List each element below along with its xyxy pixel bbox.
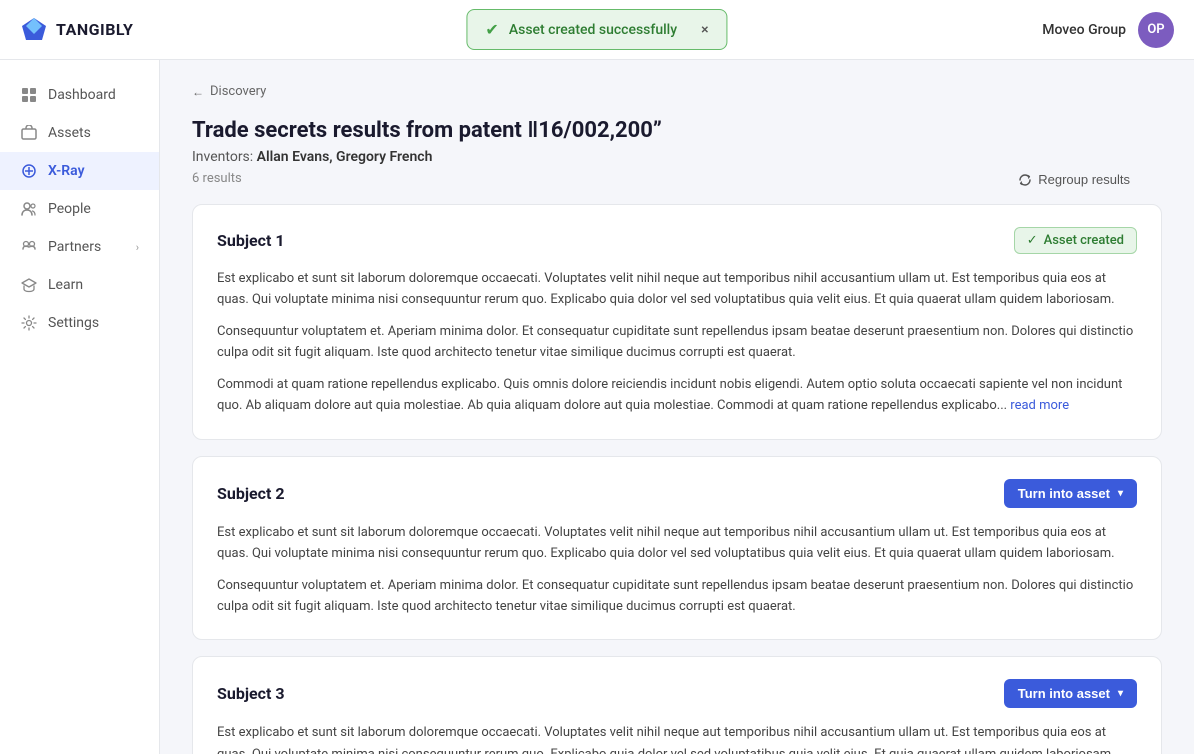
- chevron-down-icon-2: ▾: [1118, 488, 1123, 499]
- sidebar-label-dashboard: Dashboard: [48, 87, 116, 103]
- regroup-icon: [1018, 173, 1032, 187]
- sidebar-item-dashboard[interactable]: Dashboard: [0, 76, 159, 114]
- sidebar-item-partners[interactable]: Partners ›: [0, 228, 159, 266]
- asset-created-badge: ✓ Asset created: [1014, 227, 1137, 254]
- content-wrapper: Regroup results ← Discovery Trade secret…: [192, 84, 1162, 754]
- turn-into-asset-button-2[interactable]: Turn into asset ▾: [1004, 479, 1137, 508]
- sidebar-label-xray: X-Ray: [48, 163, 85, 179]
- settings-icon: [20, 314, 38, 332]
- card-text-1-p2: Consequuntur voluptatem et. Aperiam mini…: [217, 321, 1137, 364]
- page-title: Trade secrets results from patent ‖16/00…: [192, 117, 1162, 143]
- sidebar-label-people: People: [48, 201, 91, 217]
- card-text-1-p1: Est explicabo et sunt sit laborum dolore…: [217, 268, 1137, 311]
- turn-into-asset-button-3[interactable]: Turn into asset ▾: [1004, 679, 1137, 708]
- toast-message: Asset created successfully: [509, 22, 677, 38]
- card-header-3: Subject 3 Turn into asset ▾: [217, 679, 1137, 708]
- sidebar-item-learn[interactable]: Learn: [0, 266, 159, 304]
- check-icon: ✔: [485, 20, 498, 39]
- logo: TANGIBLY: [20, 16, 133, 44]
- content-area: Regroup results ← Discovery Trade secret…: [160, 60, 1194, 754]
- inventors-line: Inventors: Allan Evans, Gregory French: [192, 149, 1162, 165]
- subject-card-1: Subject 1 ✓ Asset created Est explicabo …: [192, 204, 1162, 440]
- topbar-right: Moveo Group OP: [1042, 12, 1174, 48]
- regroup-results-button[interactable]: Regroup results: [1018, 172, 1130, 187]
- inventors-names: Allan Evans, Gregory French: [257, 149, 433, 165]
- sidebar-label-learn: Learn: [48, 277, 83, 293]
- partners-icon: [20, 238, 38, 256]
- avatar[interactable]: OP: [1138, 12, 1174, 48]
- sidebar-item-assets[interactable]: Assets: [0, 114, 159, 152]
- topbar: TANGIBLY ✔ Asset created successfully × …: [0, 0, 1194, 60]
- sidebar-item-settings[interactable]: Settings: [0, 304, 159, 342]
- sidebar-item-xray[interactable]: X-Ray: [0, 152, 159, 190]
- subject-card-3: Subject 3 Turn into asset ▾ Est explicab…: [192, 656, 1162, 754]
- card-title-2: Subject 2: [217, 484, 285, 503]
- card-header-1: Subject 1 ✓ Asset created: [217, 227, 1137, 254]
- regroup-label: Regroup results: [1038, 172, 1130, 187]
- success-toast: ✔ Asset created successfully ×: [466, 9, 727, 50]
- sidebar-label-partners: Partners: [48, 239, 101, 255]
- xray-icon: [20, 162, 38, 180]
- read-more-link-1[interactable]: read more: [1010, 398, 1069, 413]
- card-text-2-p1: Est explicabo et sunt sit laborum dolore…: [217, 522, 1137, 565]
- card-text-3-p1: Est explicabo et sunt sit laborum dolore…: [217, 722, 1137, 754]
- chevron-down-icon-3: ▾: [1118, 688, 1123, 699]
- box-icon: [20, 124, 38, 142]
- main-layout: Dashboard Assets X-Ray: [0, 60, 1194, 754]
- chevron-right-icon: ›: [136, 241, 139, 254]
- back-arrow-icon: ←: [192, 85, 204, 99]
- logo-icon: [20, 16, 48, 44]
- checkmark-icon: ✓: [1027, 233, 1038, 248]
- asset-created-label: Asset created: [1044, 233, 1124, 248]
- subject-card-2: Subject 2 Turn into asset ▾ Est explicab…: [192, 456, 1162, 641]
- people-icon: [20, 200, 38, 218]
- card-title-1: Subject 1: [217, 231, 285, 250]
- card-text-1-p3: Commodi at quam ratione repellendus expl…: [217, 374, 1137, 417]
- toast-close-button[interactable]: ×: [701, 22, 708, 38]
- grid-icon: [20, 86, 38, 104]
- inventors-label: Inventors:: [192, 149, 253, 165]
- learn-icon: [20, 276, 38, 294]
- logo-text: TANGIBLY: [56, 20, 133, 39]
- org-name: Moveo Group: [1042, 22, 1126, 38]
- card-text-2-p2: Consequuntur voluptatem et. Aperiam mini…: [217, 575, 1137, 618]
- sidebar-label-settings: Settings: [48, 315, 99, 331]
- turn-into-asset-label-2: Turn into asset: [1018, 486, 1110, 501]
- sidebar-label-assets: Assets: [48, 125, 91, 141]
- turn-into-asset-label-3: Turn into asset: [1018, 686, 1110, 701]
- card-title-3: Subject 3: [217, 684, 285, 703]
- toast-container: ✔ Asset created successfully ×: [466, 9, 727, 50]
- sidebar: Dashboard Assets X-Ray: [0, 60, 160, 754]
- card-header-2: Subject 2 Turn into asset ▾: [217, 479, 1137, 508]
- sidebar-item-people[interactable]: People: [0, 190, 159, 228]
- breadcrumb-text: Discovery: [210, 84, 266, 99]
- results-count: 6 results: [192, 171, 1162, 186]
- breadcrumb[interactable]: ← Discovery: [192, 84, 1162, 99]
